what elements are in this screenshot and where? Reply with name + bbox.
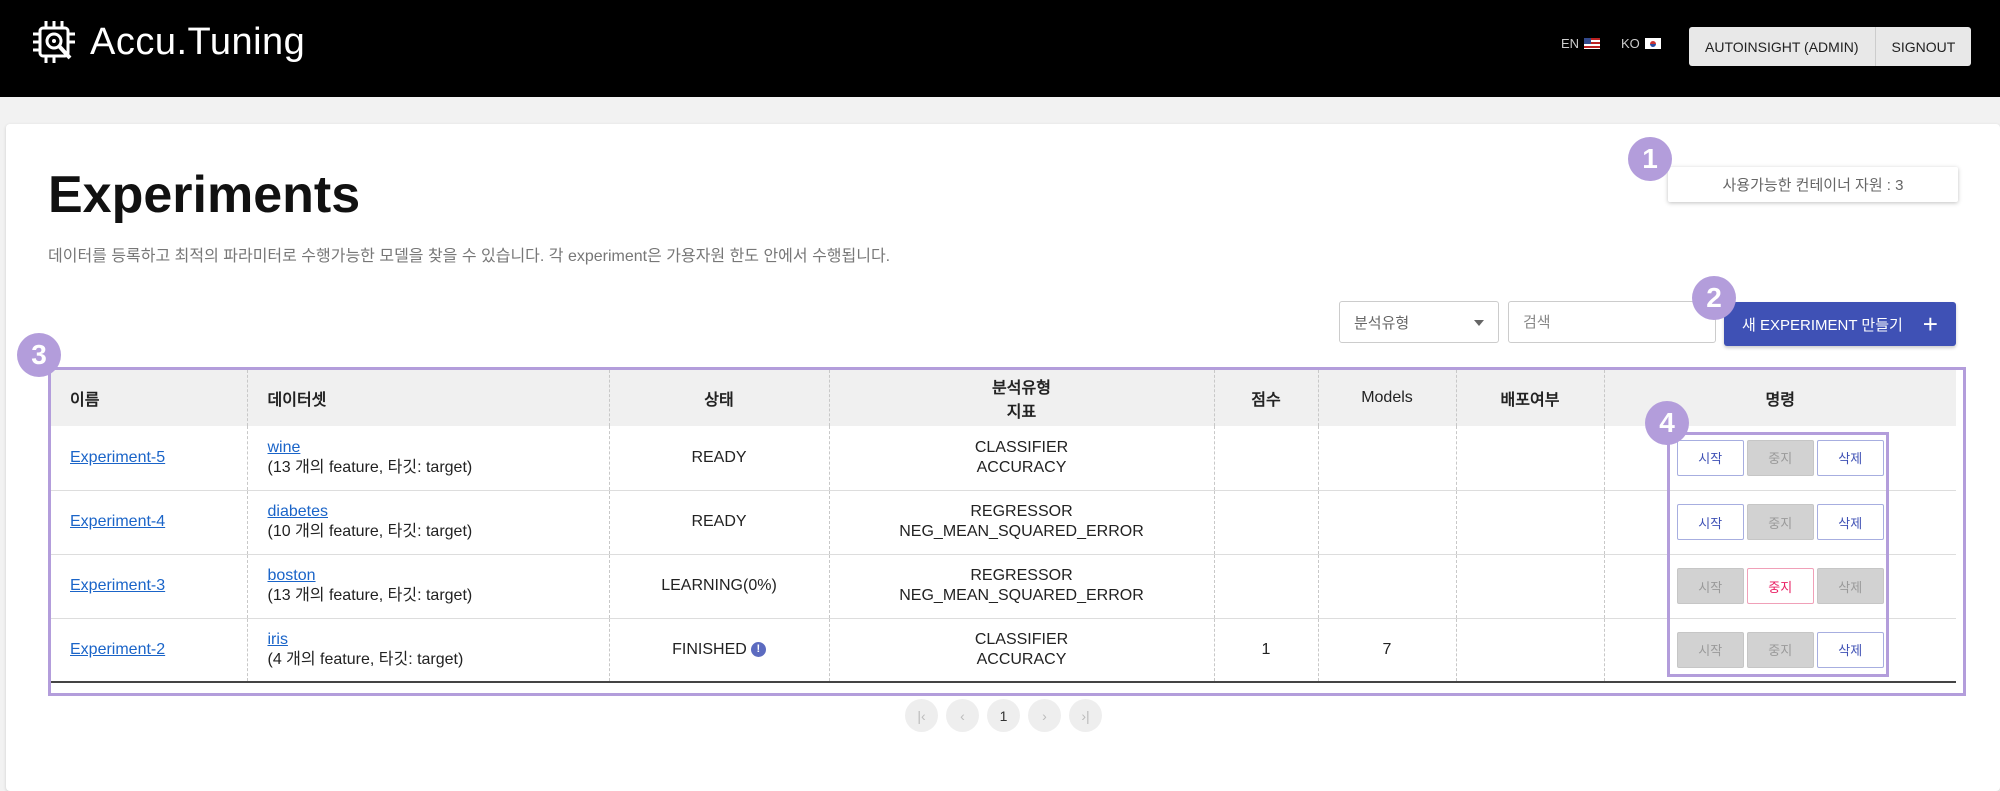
page-subtitle: 데이터를 등록하고 최적의 파라미터로 수행가능한 모델을 찾을 수 있습니다.… [48,248,891,265]
signout-button[interactable]: SIGNOUT [1874,27,1972,66]
last-page-icon[interactable]: ›| [1069,699,1102,732]
annotation-badge-2: 2 [1692,276,1736,320]
top-bar: Accu.Tuning EN KO AUTOINSIGHT (ADMIN) SI… [0,0,2000,97]
plus-icon: + [1922,309,1938,339]
kr-flag-icon [1644,38,1661,49]
analysis-type-select-label: 분석유형 [1354,314,1410,332]
chip-search-icon [33,21,75,63]
next-page-icon[interactable]: › [1028,699,1061,732]
page-title: Experiments [48,166,361,224]
new-experiment-label: 새 EXPERIMENT 만들기 [1742,316,1903,334]
app-name: Accu.Tuning [90,20,306,63]
lang-en-link[interactable]: EN [1561,36,1601,51]
annotation-badge-4: 4 [1645,401,1689,445]
prev-page-icon[interactable]: ‹ [946,699,979,732]
lang-ko-link[interactable]: KO [1621,36,1661,51]
annotation-badge-3: 3 [17,333,61,377]
user-account-button[interactable]: AUTOINSIGHT (ADMIN) [1689,27,1875,66]
analysis-type-select[interactable]: 분석유형 [1339,301,1499,343]
annotation-box-commands [1667,432,1889,677]
us-flag-icon [1584,38,1601,49]
caret-down-icon [1474,320,1484,326]
search-input[interactable] [1508,301,1716,343]
annotation-badge-1: 1 [1628,137,1672,181]
current-page[interactable]: 1 [987,699,1020,732]
logo[interactable]: Accu.Tuning [30,18,305,66]
user-button-group: AUTOINSIGHT (ADMIN) SIGNOUT [1689,27,1972,66]
lang-en-label: EN [1561,36,1580,51]
new-experiment-button[interactable]: 새 EXPERIMENT 만들기 + [1724,302,1956,346]
resource-indicator: 사용가능한 컨테이너 자원 : 3 [1668,167,1958,202]
lang-ko-label: KO [1621,36,1640,51]
pagination: |‹ ‹ 1 › ›| [905,699,1102,732]
first-page-icon[interactable]: |‹ [905,699,938,732]
